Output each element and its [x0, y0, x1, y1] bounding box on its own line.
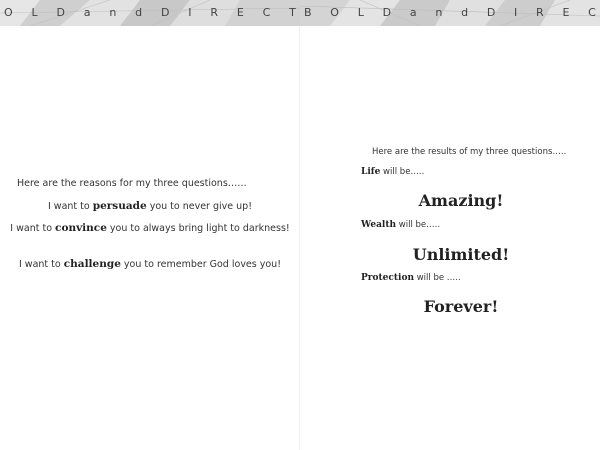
header-letter: C: [262, 6, 271, 19]
header-letter: D: [56, 6, 65, 19]
header-letter: O: [330, 6, 339, 19]
header-letter: L: [357, 6, 364, 19]
results-intro: Here are the results of my three questio…: [372, 147, 567, 157]
reason-line: I want to convince you to always bring l…: [0, 221, 300, 236]
header-letter: T: [289, 6, 296, 19]
result-value: Unlimited!: [412, 245, 510, 264]
reason-keyword: persuade: [92, 200, 147, 212]
right-header-band: B O L D a n d D I R E C: [300, 0, 600, 26]
left-page: O L D a n d D I R E C T Here are the rea…: [0, 0, 300, 450]
header-letter: a: [83, 6, 91, 19]
header-letter: C: [588, 6, 596, 19]
header-letter: D: [160, 6, 170, 19]
result-label-rest: will be…..: [380, 167, 425, 177]
header-letter: n: [109, 6, 117, 19]
reason-post: you to always bring light to darkness!: [106, 223, 290, 234]
result-label-rest: will be …..: [414, 273, 461, 283]
reason-line: I want to persuade you to never give up!: [0, 199, 300, 214]
header-letter: d: [135, 6, 143, 19]
header-letter: I: [514, 6, 518, 19]
left-header-band: O L D a n d D I R E C T: [0, 0, 300, 26]
left-header-text: O L D a n d D I R E C T: [0, 6, 300, 19]
header-letter: O: [4, 6, 13, 19]
result-label: Wealth will be…..: [361, 220, 440, 230]
result-label: Life will be…..: [361, 167, 424, 177]
reason-post: you to remember God loves you!: [120, 259, 282, 270]
reason-pre: I want to: [10, 223, 56, 234]
result-label: Protection will be …..: [361, 273, 461, 283]
header-letter: D: [382, 6, 392, 19]
result-keyword: Life: [361, 167, 381, 177]
book-spread: O L D a n d D I R E C T Here are the rea…: [0, 0, 600, 450]
page-gutter: [299, 26, 300, 450]
result-keyword: Wealth: [361, 220, 397, 230]
result-label-rest: will be…..: [396, 220, 441, 230]
header-letter: E: [562, 6, 570, 19]
reasons-intro: Here are the reasons for my three questi…: [17, 178, 247, 189]
header-letter: d: [461, 6, 469, 19]
header-letter: D: [486, 6, 496, 19]
header-letter: R: [536, 6, 544, 19]
right-page: B O L D a n d D I R E C Here are the res…: [300, 0, 600, 450]
header-letter: E: [236, 6, 244, 19]
header-letter: a: [409, 6, 417, 19]
result-value: Amazing!: [418, 191, 504, 210]
reason-pre: I want to: [18, 259, 64, 270]
header-letter: n: [435, 6, 443, 19]
header-letter: R: [210, 6, 219, 19]
reason-line: I want to challenge you to remember God …: [0, 257, 300, 272]
reason-post: you to never give up!: [146, 201, 252, 212]
reason-keyword: convince: [55, 222, 107, 234]
result-value: Forever!: [423, 297, 499, 316]
reason-pre: I want to: [47, 201, 93, 212]
header-letter: I: [188, 6, 192, 19]
header-letter: L: [31, 6, 38, 19]
reason-keyword: challenge: [63, 258, 121, 270]
result-keyword: Protection: [361, 273, 414, 283]
right-header-text: B O L D a n d D I R E C: [300, 6, 600, 19]
header-letter: B: [304, 6, 312, 19]
